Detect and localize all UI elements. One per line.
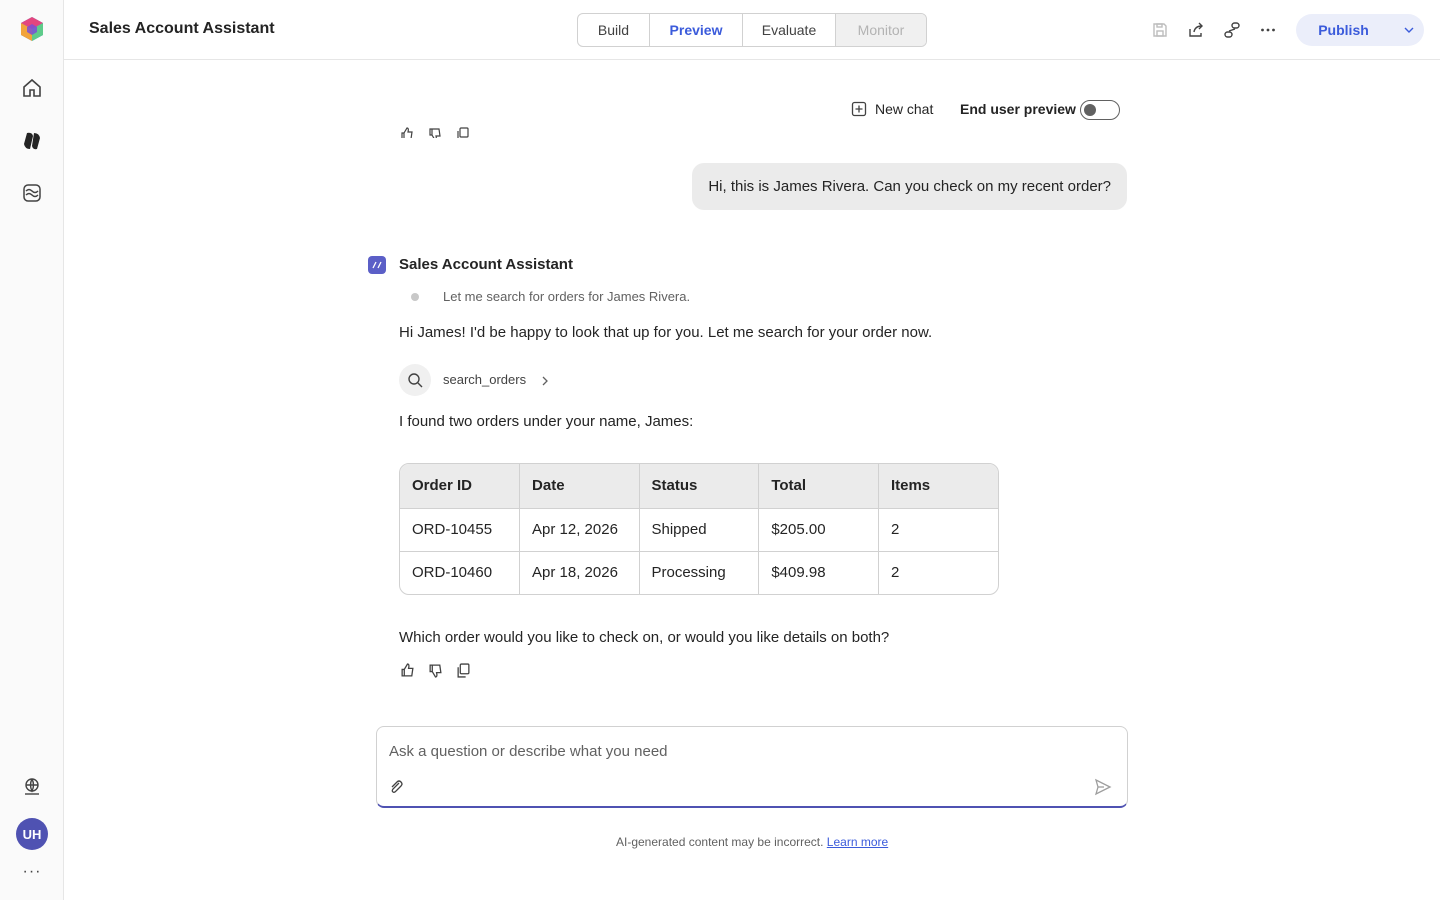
knowledge-icon[interactable] [16,177,48,209]
orders-table: Order ID Date Status Total Items ORD-104… [399,463,999,595]
table-cell: 2 [878,507,998,551]
more-options-icon[interactable] [1256,18,1280,42]
table-cell: ORD-10455 [400,507,521,551]
add-chat-icon [851,101,867,117]
chevron-right-icon[interactable] [540,374,550,392]
copy-icon[interactable] [455,126,471,138]
bot-name: Sales Account Assistant [399,256,573,273]
home-icon[interactable] [16,72,48,104]
table-cell: Apr 12, 2026 [519,507,640,551]
send-icon[interactable] [1094,778,1112,801]
table-cell: 2 [878,550,998,594]
publish-button[interactable]: Publish [1296,14,1424,46]
new-chat-button[interactable]: New chat [851,101,933,117]
learn-more-link[interactable]: Learn more [827,835,888,849]
previous-feedback-row [399,126,471,138]
share-icon[interactable] [1184,18,1208,42]
tab-evaluate[interactable]: Evaluate [743,14,836,46]
app-logo-icon[interactable] [19,16,45,42]
bot-found-text: I found two orders under your name, Jame… [399,413,694,430]
table-header-row: Order ID Date Status Total Items [400,464,998,508]
toggle-knob [1084,104,1096,116]
end-user-preview-label: End user preview [960,101,1076,117]
table-cell: ORD-10460 [400,550,521,594]
page-title: Sales Account Assistant [89,20,275,37]
table-header: Total [758,464,879,508]
agents-icon[interactable] [16,125,48,157]
thinking-status-dot [411,293,419,301]
tab-preview[interactable]: Preview [650,14,743,46]
message-composer[interactable]: Ask a question or describe what you need [376,726,1128,808]
message-input-placeholder[interactable]: Ask a question or describe what you need [389,743,668,760]
tab-monitor: Monitor [836,14,926,46]
thumbs-down-icon[interactable] [427,662,443,678]
disclaimer-text: AI-generated content may be incorrect. [616,835,824,849]
avatar[interactable]: UH [16,818,48,850]
globe-icon[interactable] [16,771,48,803]
table-cell: Apr 18, 2026 [519,550,640,594]
message-feedback-row [399,662,471,678]
end-user-preview-toggle[interactable] [1080,100,1120,120]
bot-avatar-icon [368,256,386,274]
table-header: Status [639,464,760,508]
table-header: Items [878,464,998,508]
table-header: Order ID [400,464,521,508]
left-rail: UH ··· [0,0,64,900]
save-icon[interactable] [1148,18,1172,42]
table-row: ORD-10455 Apr 12, 2026 Shipped $205.00 2 [400,507,998,551]
thumbs-up-icon[interactable] [399,126,415,138]
tab-build[interactable]: Build [578,14,650,46]
bot-question: Which order would you like to check on, … [399,629,890,646]
more-icon[interactable]: ··· [16,860,48,884]
table-row: ORD-10460 Apr 18, 2026 Processing $409.9… [400,550,998,594]
user-message-bubble: Hi, this is James Rivera. Can you check … [692,163,1127,210]
attach-icon[interactable] [388,779,404,800]
top-header: Sales Account Assistant Build Preview Ev… [64,0,1440,60]
bot-reply-intro: Hi James! I'd be happy to look that up f… [399,324,933,341]
publish-label: Publish [1318,22,1369,38]
thumbs-down-icon[interactable] [427,126,443,138]
table-cell: Shipped [639,507,760,551]
thumbs-up-icon[interactable] [399,662,415,678]
new-chat-label: New chat [875,101,934,117]
copy-icon[interactable] [455,662,471,678]
table-cell: $205.00 [758,507,879,551]
table-cell: $409.98 [758,550,879,594]
thinking-text: Let me search for orders for James River… [443,289,691,304]
link-icon[interactable] [1220,18,1244,42]
search-icon[interactable] [399,364,431,396]
chevron-down-icon[interactable] [1402,23,1416,42]
ai-disclaimer: AI-generated content may be incorrect. L… [616,835,888,849]
table-header: Date [519,464,640,508]
table-cell: Processing [639,550,760,594]
tool-call-name[interactable]: search_orders [443,372,526,387]
view-tabs: Build Preview Evaluate Monitor [577,13,927,47]
